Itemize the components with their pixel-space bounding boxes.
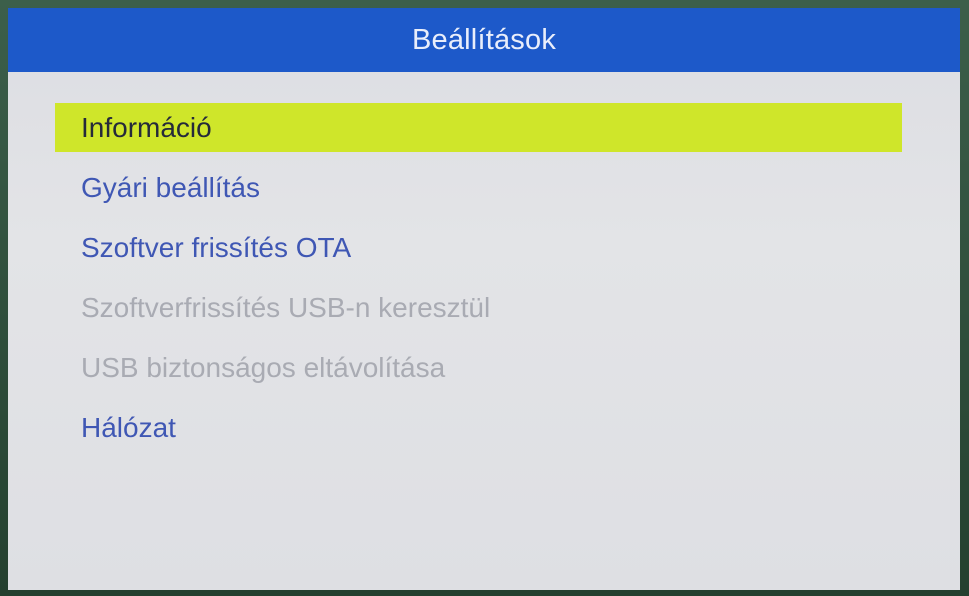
tv-screen: Beállítások Információ Gyári beállítás S… xyxy=(0,0,969,596)
menu-item-network[interactable]: Hálózat xyxy=(55,403,902,452)
menu-item-information[interactable]: Információ xyxy=(55,103,902,152)
dialog-title: Beállítások xyxy=(411,23,557,56)
title-bar: Beállítások xyxy=(8,8,960,72)
settings-dialog: Beállítások Információ Gyári beállítás S… xyxy=(8,8,960,590)
menu-item-software-update-usb: Szoftverfrissítés USB-n keresztül xyxy=(81,291,491,323)
settings-menu: Információ Gyári beállítás Szoftver fris… xyxy=(55,103,902,463)
menu-item-safe-remove-usb: USB biztonságos eltávolítása xyxy=(81,351,446,383)
menu-item-software-update-ota[interactable]: Szoftver frissítés OTA xyxy=(55,223,902,272)
menu-item-factory-reset[interactable]: Gyári beállítás xyxy=(55,163,902,212)
